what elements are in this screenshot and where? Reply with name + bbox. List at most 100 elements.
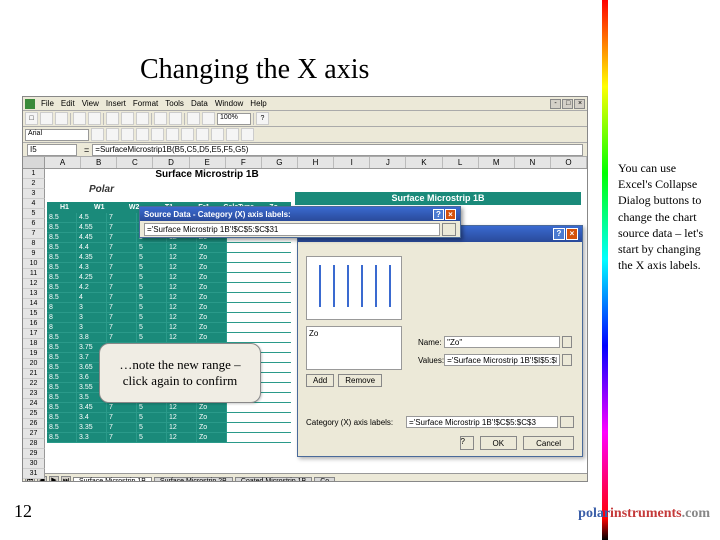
tab-nav-next-icon[interactable]: ▶ (49, 476, 59, 483)
cell[interactable]: 5 (137, 273, 167, 282)
row-number[interactable]: 8 (23, 239, 45, 249)
cell[interactable]: 12 (167, 423, 197, 432)
row-number[interactable]: 11 (23, 269, 45, 279)
cell[interactable]: 5 (137, 403, 167, 412)
row-number[interactable]: 22 (23, 379, 45, 389)
cell[interactable]: Zo (197, 263, 227, 272)
borders-icon[interactable] (211, 128, 224, 141)
row-number[interactable]: 25 (23, 409, 45, 419)
align-left-icon[interactable] (136, 128, 149, 141)
cell[interactable]: 7 (107, 213, 137, 222)
cell[interactable]: 7 (107, 303, 137, 312)
cell[interactable]: 7 (107, 313, 137, 322)
cell[interactable]: 8.5 (47, 393, 77, 402)
row-number[interactable]: 29 (23, 449, 45, 459)
cell[interactable]: 5 (137, 243, 167, 252)
cell[interactable]: 12 (167, 293, 197, 302)
row-number[interactable]: 1 (23, 169, 45, 179)
cell[interactable]: 12 (167, 253, 197, 262)
select-all-corner[interactable] (23, 157, 45, 168)
cell[interactable]: Zo (197, 303, 227, 312)
preview-icon[interactable] (88, 112, 101, 125)
cell[interactable]: 8.5 (47, 263, 77, 272)
col-header[interactable]: G (262, 157, 298, 168)
sheet-tab[interactable]: Co (314, 477, 335, 483)
cell[interactable]: 8.5 (47, 243, 77, 252)
category-input[interactable] (406, 416, 558, 428)
cell[interactable]: 7 (107, 243, 137, 252)
fill-color-icon[interactable] (226, 128, 239, 141)
col-header[interactable]: K (406, 157, 442, 168)
cell[interactable]: 7 (107, 333, 137, 342)
menu-edit[interactable]: Edit (58, 99, 78, 108)
cell[interactable]: 5 (137, 333, 167, 342)
col-header[interactable]: B (81, 157, 117, 168)
cell[interactable]: 3.4 (77, 413, 107, 422)
cell[interactable]: Zo (197, 333, 227, 342)
row-number[interactable]: 4 (23, 199, 45, 209)
col-header[interactable]: F (226, 157, 262, 168)
tab-nav-last-icon[interactable]: ⏭ (61, 476, 71, 483)
row-number[interactable]: 12 (23, 279, 45, 289)
row-number[interactable]: 23 (23, 389, 45, 399)
cell[interactable]: 8.5 (47, 233, 77, 242)
collapsed-source-dialog[interactable]: Source Data - Category (X) axis labels: … (139, 206, 461, 238)
cell[interactable]: 5 (137, 283, 167, 292)
cell[interactable]: 4.25 (77, 273, 107, 282)
cell[interactable]: 3.8 (77, 333, 107, 342)
cell[interactable]: 8.5 (47, 413, 77, 422)
cell[interactable]: Zo (197, 313, 227, 322)
col-header[interactable]: C (117, 157, 153, 168)
cell[interactable]: 12 (167, 283, 197, 292)
copy-icon[interactable] (121, 112, 134, 125)
cell[interactable]: 8.5 (47, 423, 77, 432)
col-header[interactable]: L (443, 157, 479, 168)
cell[interactable]: 7 (107, 403, 137, 412)
collapse-button[interactable] (562, 354, 572, 366)
cell[interactable]: Zo (197, 423, 227, 432)
cell[interactable]: 4.35 (77, 253, 107, 262)
cell[interactable]: 4.3 (77, 263, 107, 272)
add-button[interactable]: Add (306, 374, 334, 387)
excel-icon[interactable] (25, 99, 35, 109)
chart-icon[interactable] (202, 112, 215, 125)
cell[interactable]: 3 (77, 323, 107, 332)
series-listbox[interactable]: Zo (306, 326, 402, 370)
cell[interactable]: 5 (137, 323, 167, 332)
row-number[interactable]: 24 (23, 399, 45, 409)
font-color-icon[interactable] (241, 128, 254, 141)
align-right-icon[interactable] (166, 128, 179, 141)
open-icon[interactable] (40, 112, 53, 125)
print-icon[interactable] (73, 112, 86, 125)
cell[interactable]: 8.5 (47, 253, 77, 262)
row-number[interactable]: 28 (23, 439, 45, 449)
cell[interactable]: 3.3 (77, 433, 107, 442)
row-number[interactable]: 26 (23, 419, 45, 429)
menu-view[interactable]: View (79, 99, 102, 108)
close-icon[interactable]: × (574, 99, 585, 109)
cell[interactable]: 8 (47, 313, 77, 322)
cell[interactable]: 12 (167, 323, 197, 332)
cell[interactable]: 4.2 (77, 283, 107, 292)
cell[interactable]: 8.5 (47, 223, 77, 232)
bold-icon[interactable] (91, 128, 104, 141)
cell[interactable]: 8 (47, 323, 77, 332)
cell[interactable]: 7 (107, 283, 137, 292)
cell[interactable]: 7 (107, 253, 137, 262)
cell[interactable]: Zo (197, 323, 227, 332)
close-icon[interactable]: × (445, 209, 456, 220)
menu-insert[interactable]: Insert (103, 99, 129, 108)
cancel-button[interactable]: Cancel (523, 436, 574, 450)
remove-button[interactable]: Remove (338, 374, 382, 387)
help-icon[interactable]: ? (553, 228, 565, 240)
cell[interactable]: 8.5 (47, 343, 77, 352)
cell[interactable]: 4.5 (77, 213, 107, 222)
col-header[interactable]: D (153, 157, 189, 168)
cell[interactable]: 4.45 (77, 233, 107, 242)
expand-dialog-button[interactable] (442, 223, 456, 236)
name-box[interactable]: I5 (27, 144, 77, 156)
collapse-button[interactable] (562, 336, 572, 348)
cell[interactable]: 8.5 (47, 293, 77, 302)
menu-format[interactable]: Format (130, 99, 161, 108)
percent-icon[interactable] (196, 128, 209, 141)
